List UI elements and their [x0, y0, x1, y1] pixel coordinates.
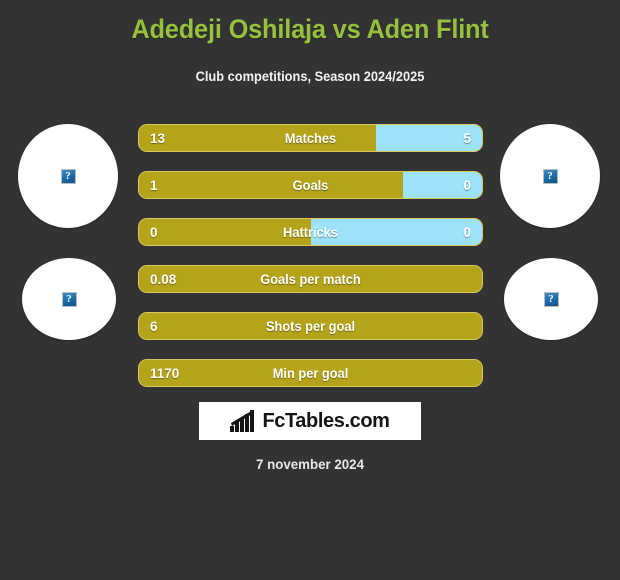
broken-image-icon: ? — [542, 168, 558, 184]
page-subtitle: Club competitions, Season 2024/2025 — [195, 69, 425, 84]
date-label: 7 november 2024 — [256, 456, 364, 472]
broken-image-icon: ? — [60, 168, 76, 184]
stat-value-right: 0 — [463, 224, 471, 240]
stat-value-right: 0 — [463, 177, 471, 193]
stat-bar-row: 1170 Min per goal — [138, 359, 483, 387]
stat-bar-row: 13 Matches 5 — [138, 124, 483, 152]
player-right-photo-2: ? — [504, 258, 598, 340]
stats-bar-list: 13 Matches 5 1 Goals 0 0 Hattricks 0 0.08 Goals pe… — [138, 124, 483, 406]
stat-label: Min per goal — [272, 365, 349, 381]
stat-label: Goals per match — [260, 271, 361, 287]
broken-image-icon: ? — [61, 291, 77, 307]
player-right-photo-1: ? — [500, 124, 600, 228]
stat-value-right: 5 — [463, 130, 471, 146]
stat-label: Hattricks — [283, 224, 338, 240]
logo-text: FcTables.com — [262, 410, 390, 432]
player-left-photo-1: ? — [18, 124, 118, 228]
stat-label: Matches — [284, 130, 337, 146]
stat-bar-row: 0.08 Goals per match — [138, 265, 483, 293]
bar-chart-icon — [230, 410, 255, 432]
broken-image-icon: ? — [543, 291, 559, 307]
header: Adedeji Oshilaja vs Aden Flint Club comp… — [0, 0, 620, 86]
comparison-infographic: Adedeji Oshilaja vs Aden Flint Club comp… — [0, 0, 620, 580]
player-left-photo-2: ? — [22, 258, 116, 340]
stat-label: Shots per goal — [265, 318, 356, 334]
page-title: Adedeji Oshilaja vs Aden Flint — [131, 14, 489, 44]
stat-label: Goals — [292, 177, 329, 193]
stat-bar-row: 0 Hattricks 0 — [138, 218, 483, 246]
stat-bar-row: 1 Goals 0 — [138, 171, 483, 199]
stat-bar-row: 6 Shots per goal — [138, 312, 483, 340]
fctables-logo[interactable]: FcTables.com — [199, 402, 421, 440]
